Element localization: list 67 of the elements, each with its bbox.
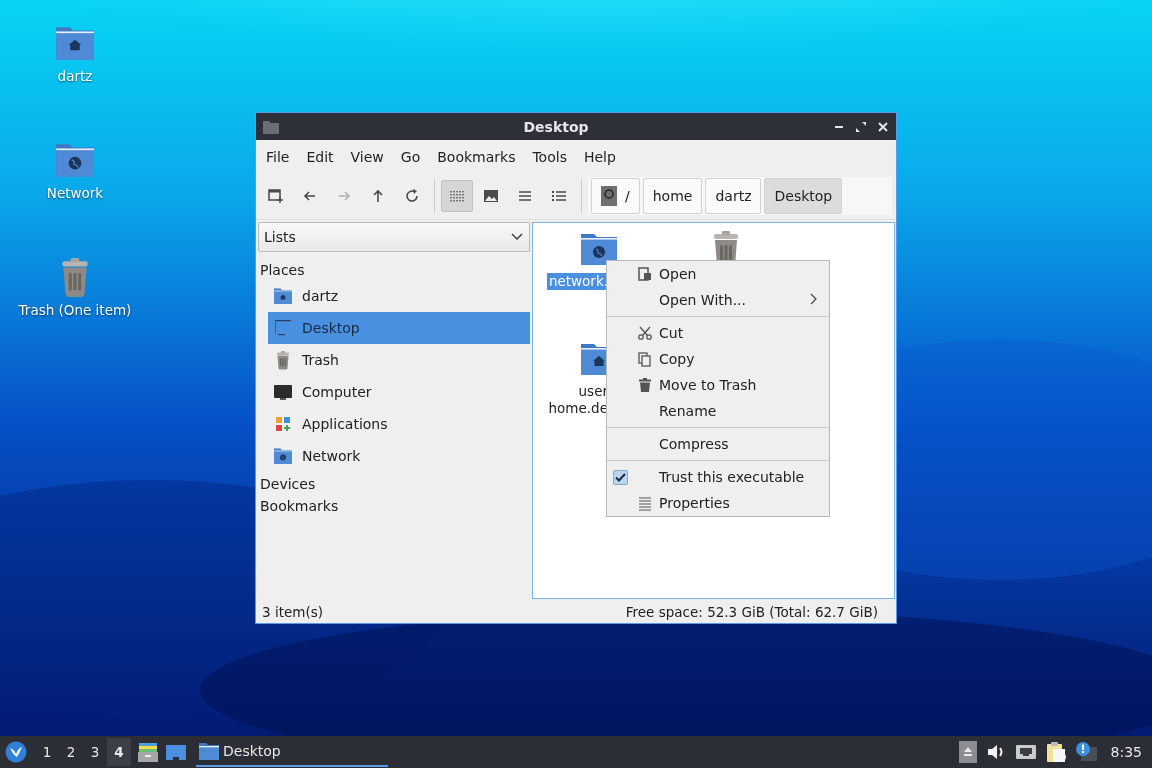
- trash-icon: [637, 377, 653, 393]
- menu-item[interactable]: Help: [576, 148, 623, 165]
- section-header[interactable]: Places: [258, 252, 530, 280]
- menu-item[interactable]: View: [343, 148, 391, 165]
- section-header[interactable]: Bookmarks: [258, 494, 530, 516]
- menu-item[interactable]: Move to Trash: [607, 372, 829, 398]
- folder-icon: [198, 741, 220, 761]
- side-pane-dropdown[interactable]: Lists: [258, 222, 530, 252]
- new-window-icon: [267, 187, 285, 205]
- chevron-down-icon: [511, 233, 523, 241]
- sidebar-item[interactable]: Computer: [268, 376, 530, 408]
- home-folder-icon: [273, 286, 293, 306]
- menu-item[interactable]: Open: [607, 261, 829, 287]
- monitor-icon: [273, 382, 293, 402]
- lines-icon: [637, 495, 653, 511]
- folder-icon: [262, 118, 280, 135]
- menu-item[interactable]: Copy: [607, 346, 829, 372]
- applications-icon: [273, 414, 293, 434]
- sidebar-item[interactable]: dartz: [268, 280, 530, 312]
- path-button[interactable]: dartz: [705, 178, 762, 214]
- eject-icon[interactable]: [958, 741, 977, 763]
- desktop-icon: [273, 318, 293, 338]
- menu-item[interactable]: Compress: [607, 431, 829, 457]
- checkbox[interactable]: [613, 469, 628, 485]
- free-space-text: Free space: 52.3 GiB (Total: 62.7 GiB): [625, 604, 878, 620]
- sidebar-item[interactable]: Applications: [268, 408, 530, 440]
- desktop-icon-label[interactable]: Trash (One item): [18, 302, 132, 318]
- menu-item[interactable]: Edit: [299, 148, 341, 165]
- globe-folder-icon: [273, 446, 293, 466]
- menu-item[interactable]: Trust this executable: [607, 464, 829, 490]
- menu-item[interactable]: File: [259, 148, 297, 165]
- menu-item[interactable]: Rename: [607, 398, 829, 424]
- item-count: 3 item(s): [262, 604, 323, 620]
- window-title: Desktop: [522, 118, 590, 135]
- workspace-button[interactable]: 3: [83, 738, 107, 766]
- chevron-right-icon: [809, 293, 817, 305]
- path-button[interactable]: home: [642, 178, 703, 214]
- path-button[interactable]: Desktop: [764, 178, 843, 214]
- image-icon: [482, 187, 500, 205]
- workspace-button[interactable]: 4: [107, 738, 131, 766]
- clipboard-icon[interactable]: [1044, 741, 1067, 763]
- view-mode-button[interactable]: [441, 180, 473, 212]
- menu-item[interactable]: Bookmarks: [430, 148, 523, 165]
- menu-item[interactable]: Open With...: [607, 287, 829, 313]
- copy-icon: [637, 351, 653, 367]
- menu-item[interactable]: Tools: [525, 148, 574, 165]
- menu-item[interactable]: Go: [393, 148, 428, 165]
- notification-icon[interactable]: [1074, 741, 1097, 763]
- close-button[interactable]: [876, 119, 890, 134]
- task-button[interactable]: Desktop: [196, 737, 388, 767]
- menu-item[interactable]: Properties: [607, 490, 829, 516]
- scissors-icon: [637, 325, 653, 341]
- drive-icon: [601, 186, 617, 206]
- file-cabinet-icon[interactable]: [137, 741, 159, 763]
- maximize-button[interactable]: [854, 119, 868, 134]
- sidebar-item[interactable]: Trash: [268, 344, 530, 376]
- clock[interactable]: 8:35: [1110, 744, 1142, 760]
- section-header[interactable]: Devices: [258, 472, 530, 494]
- path-button[interactable]: /: [591, 178, 640, 214]
- sidebar-item[interactable]: Desktop: [268, 312, 530, 344]
- file-label[interactable]: user home.de: [546, 383, 610, 417]
- workspace-button[interactable]: 2: [59, 738, 83, 766]
- reload-icon: [403, 187, 421, 205]
- sidebar-item[interactable]: Network: [268, 440, 530, 472]
- menu-item[interactable]: Cut: [607, 320, 829, 346]
- workspace-button[interactable]: 1: [35, 738, 59, 766]
- open-icon: [637, 266, 653, 282]
